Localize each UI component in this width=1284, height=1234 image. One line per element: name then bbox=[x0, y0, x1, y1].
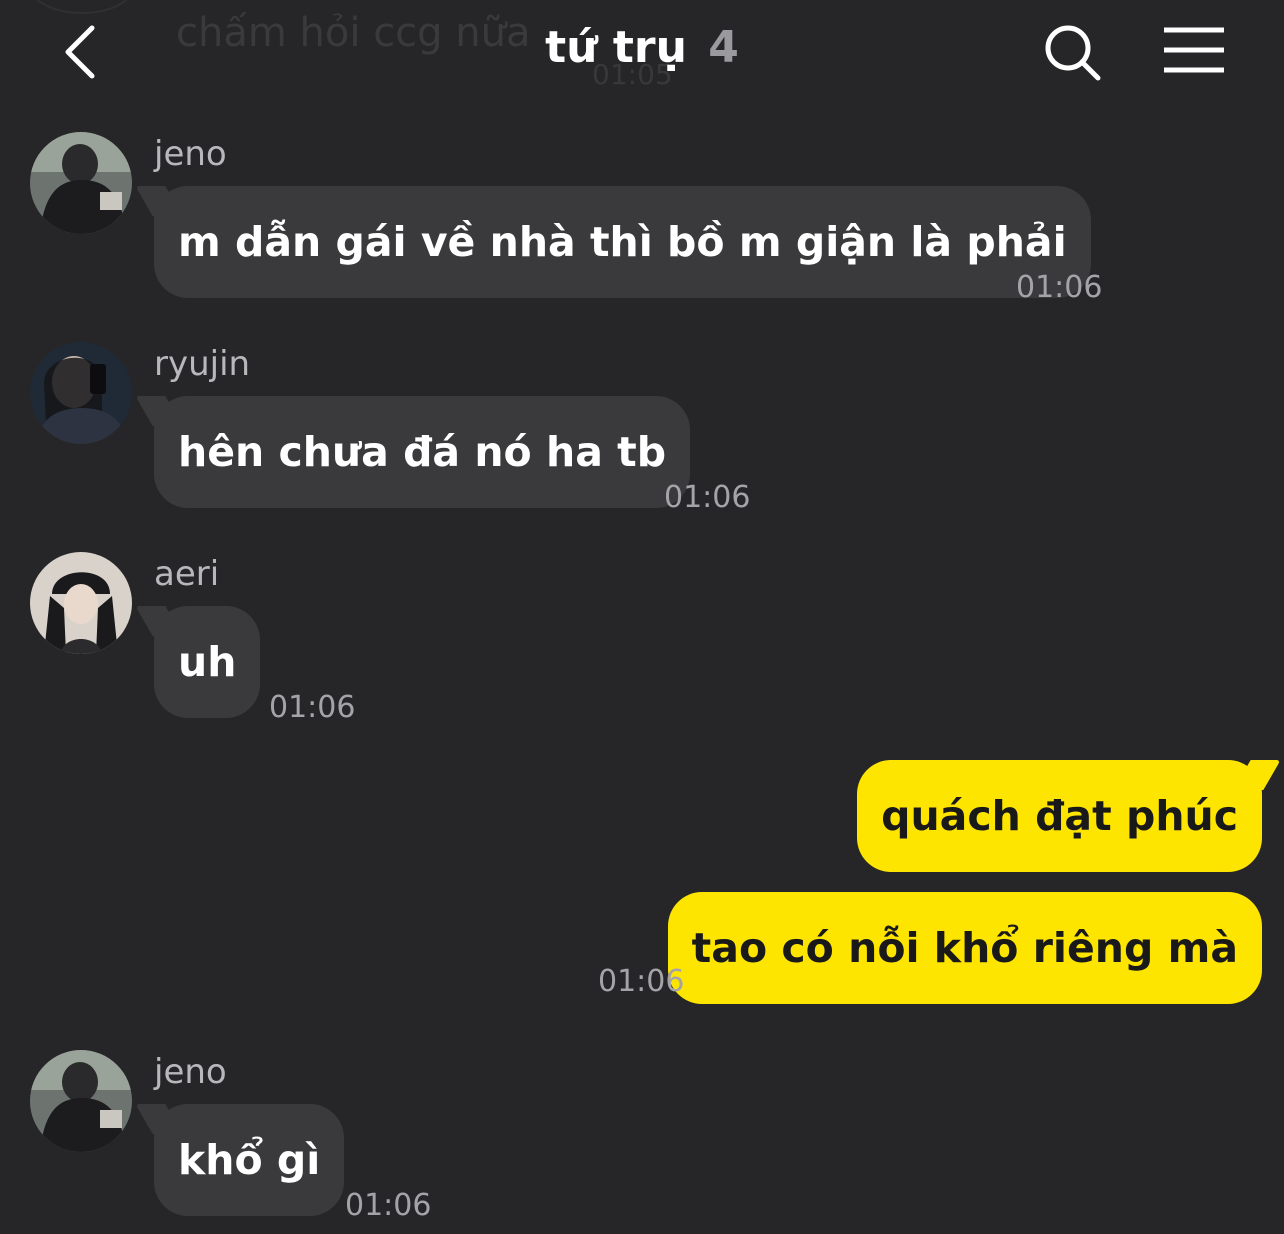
message-time: 01:06 bbox=[269, 690, 356, 725]
message-time: 01:06 bbox=[598, 964, 685, 999]
chat-header: chấm hỏi ccg nữa 01:05 tứ trụ 4 bbox=[0, 0, 1284, 110]
scrolled-avatar bbox=[30, 0, 134, 14]
avatar-jeno[interactable] bbox=[30, 1050, 132, 1152]
sender-name: jeno bbox=[154, 1052, 227, 1092]
avatar-aeri[interactable] bbox=[30, 552, 132, 654]
message-bubble[interactable]: m dẫn gái về nhà thì bồ m giận là phải bbox=[154, 186, 1091, 298]
message-bubble[interactable]: khổ gì bbox=[154, 1104, 345, 1216]
hamburger-menu-icon bbox=[1164, 27, 1224, 73]
message-bubble[interactable]: hên chưa đá nó ha tb bbox=[154, 396, 691, 508]
sender-name: aeri bbox=[154, 554, 220, 594]
message-time: 01:06 bbox=[345, 1188, 432, 1223]
sender-name: jeno bbox=[154, 134, 227, 174]
outgoing-message-bubble[interactable]: quách đạt phúc bbox=[857, 760, 1262, 872]
avatar-ryujin[interactable] bbox=[30, 342, 132, 444]
member-count: 4 bbox=[708, 22, 739, 73]
chat-room-name: tứ trụ bbox=[545, 22, 687, 73]
search-icon bbox=[1045, 25, 1101, 81]
menu-button[interactable] bbox=[1160, 26, 1228, 76]
search-button[interactable] bbox=[1040, 20, 1106, 86]
message-time: 01:06 bbox=[664, 480, 751, 515]
avatar-jeno[interactable] bbox=[30, 132, 132, 234]
outgoing-message-bubble[interactable]: tao có nỗi khổ riêng mà bbox=[667, 892, 1262, 1004]
message-time: 01:06 bbox=[1016, 270, 1103, 305]
sender-name: ryujin bbox=[154, 344, 251, 384]
message-bubble[interactable]: uh bbox=[154, 606, 261, 718]
